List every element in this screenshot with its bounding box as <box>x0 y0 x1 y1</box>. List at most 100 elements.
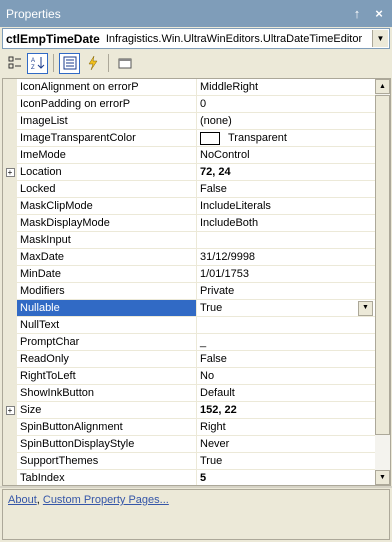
property-value[interactable]: _ <box>197 334 375 350</box>
property-row[interactable]: MaskClipMode IncludeLiterals <box>3 198 375 215</box>
chevron-down-icon[interactable]: ▼ <box>372 30 388 47</box>
property-name[interactable]: MaskInput <box>17 232 197 248</box>
scroll-down-icon[interactable]: ▼ <box>375 470 390 485</box>
property-row[interactable]: Locked False <box>3 181 375 198</box>
property-row[interactable]: Nullable True ▼ <box>3 300 375 317</box>
property-value[interactable]: 152, 22 <box>197 402 375 418</box>
properties-icon[interactable] <box>59 52 80 74</box>
property-row[interactable]: ShowInkButton Default <box>3 385 375 402</box>
property-value[interactable]: True <box>197 453 375 469</box>
scroll-thumb[interactable] <box>375 95 390 435</box>
object-selector[interactable]: ctlEmpTimeDate Infragistics.Win.UltraWin… <box>2 28 390 49</box>
property-value-text: IncludeLiterals <box>200 200 271 212</box>
property-name[interactable]: MinDate <box>17 266 197 282</box>
property-name[interactable]: SpinButtonAlignment <box>17 419 197 435</box>
property-value-text: _ <box>200 336 207 348</box>
row-gutter <box>3 266 17 282</box>
row-gutter[interactable]: + <box>3 164 17 180</box>
property-row[interactable]: RightToLeft No <box>3 368 375 385</box>
property-name[interactable]: PromptChar <box>17 334 197 350</box>
property-value[interactable]: IncludeBoth <box>197 215 375 231</box>
categorized-icon[interactable] <box>4 53 25 74</box>
property-name[interactable]: NullText <box>17 317 197 333</box>
property-row[interactable]: + Size 152, 22 <box>3 402 375 419</box>
property-name[interactable]: IconPadding on errorP <box>17 96 197 112</box>
property-value[interactable]: Default <box>197 385 375 401</box>
property-name[interactable]: MaskClipMode <box>17 198 197 214</box>
property-row[interactable]: ImeMode NoControl <box>3 147 375 164</box>
property-row[interactable]: TabIndex 5 <box>3 470 375 485</box>
property-value[interactable] <box>197 232 375 248</box>
property-row[interactable]: IconPadding on errorP 0 <box>3 96 375 113</box>
property-value[interactable]: (none) <box>197 113 375 129</box>
property-row[interactable]: MaskInput <box>3 232 375 249</box>
property-value[interactable]: False <box>197 181 375 197</box>
property-row[interactable]: PromptChar _ <box>3 334 375 351</box>
lightning-icon[interactable] <box>82 53 103 74</box>
pin-icon[interactable]: ↑ <box>348 5 366 23</box>
property-row[interactable]: NullText <box>3 317 375 334</box>
property-row[interactable]: ImageList (none) <box>3 113 375 130</box>
property-value[interactable]: IncludeLiterals <box>197 198 375 214</box>
property-row[interactable]: SpinButtonDisplayStyle Never <box>3 436 375 453</box>
row-gutter <box>3 453 17 469</box>
property-name[interactable]: Location <box>17 164 197 180</box>
property-value-text: Never <box>200 438 230 450</box>
property-value[interactable]: MiddleRight <box>197 79 375 95</box>
scroll-up-icon[interactable]: ▲ <box>375 79 390 94</box>
property-row[interactable]: MinDate 1/01/1753 <box>3 266 375 283</box>
expand-icon[interactable]: + <box>5 167 15 177</box>
property-name[interactable]: Locked <box>17 181 197 197</box>
property-row[interactable]: MaxDate 31/12/9998 <box>3 249 375 266</box>
property-value[interactable]: 31/12/9998 <box>197 249 375 265</box>
property-name[interactable]: TabIndex <box>17 470 197 485</box>
property-value[interactable]: Private <box>197 283 375 299</box>
property-value[interactable]: Never <box>197 436 375 452</box>
property-name[interactable]: Nullable <box>17 300 197 316</box>
property-value[interactable]: 0 <box>197 96 375 112</box>
property-row[interactable]: Modifiers Private <box>3 283 375 300</box>
property-value[interactable] <box>197 317 375 333</box>
property-value[interactable]: False <box>197 351 375 367</box>
property-name[interactable]: MaxDate <box>17 249 197 265</box>
property-value[interactable]: Right <box>197 419 375 435</box>
property-row[interactable]: MaskDisplayMode IncludeBoth <box>3 215 375 232</box>
property-value-text: Right <box>200 421 226 433</box>
close-icon[interactable]: × <box>370 5 388 23</box>
property-row[interactable]: SpinButtonAlignment Right <box>3 419 375 436</box>
property-value[interactable]: Transparent <box>197 130 375 146</box>
property-name[interactable]: ReadOnly <box>17 351 197 367</box>
chevron-down-icon[interactable]: ▼ <box>358 300 373 316</box>
splitter[interactable] <box>0 486 392 488</box>
property-row[interactable]: + Location 72, 24 <box>3 164 375 181</box>
custom-property-pages-link[interactable]: Custom Property Pages... <box>43 494 169 506</box>
property-name[interactable]: Size <box>17 402 197 418</box>
property-pages-icon[interactable] <box>114 53 135 74</box>
property-name[interactable]: SpinButtonDisplayStyle <box>17 436 197 452</box>
property-value[interactable]: True ▼ <box>197 300 375 316</box>
property-name[interactable]: ImeMode <box>17 147 197 163</box>
property-name[interactable]: SupportThemes <box>17 453 197 469</box>
property-row[interactable]: ReadOnly False <box>3 351 375 368</box>
property-row[interactable]: ImageTransparentColor Transparent <box>3 130 375 147</box>
property-name[interactable]: RightToLeft <box>17 368 197 384</box>
property-value[interactable]: 1/01/1753 <box>197 266 375 282</box>
property-name[interactable]: ShowInkButton <box>17 385 197 401</box>
property-row[interactable]: SupportThemes True <box>3 453 375 470</box>
property-name[interactable]: ImageList <box>17 113 197 129</box>
about-link[interactable]: About <box>8 494 37 506</box>
alphabetical-sort-icon[interactable]: AZ <box>27 52 48 74</box>
expand-icon[interactable]: + <box>5 405 15 415</box>
property-name[interactable]: ImageTransparentColor <box>17 130 197 146</box>
property-name[interactable]: MaskDisplayMode <box>17 215 197 231</box>
property-value[interactable]: NoControl <box>197 147 375 163</box>
property-row[interactable]: IconAlignment on errorP MiddleRight <box>3 79 375 96</box>
property-name[interactable]: IconAlignment on errorP <box>17 79 197 95</box>
property-value[interactable]: 5 <box>197 470 375 485</box>
property-value[interactable]: 72, 24 <box>197 164 375 180</box>
row-gutter <box>3 147 17 163</box>
property-name[interactable]: Modifiers <box>17 283 197 299</box>
row-gutter[interactable]: + <box>3 402 17 418</box>
vertical-scrollbar[interactable]: ▲ ▼ <box>375 78 391 486</box>
property-value[interactable]: No <box>197 368 375 384</box>
